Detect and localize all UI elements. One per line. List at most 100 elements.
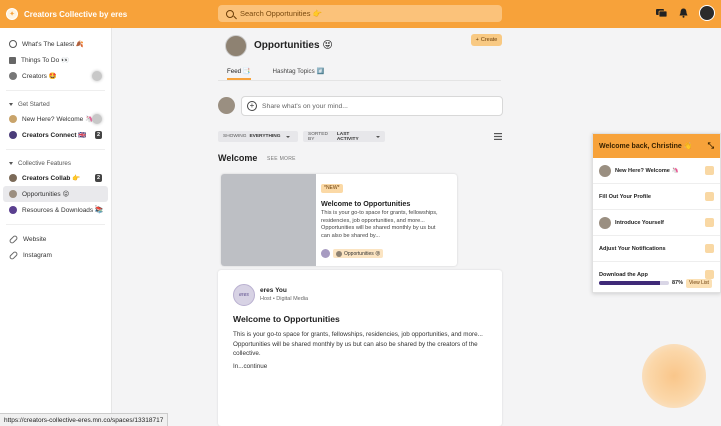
filter-showing-dropdown[interactable]: SHOWING EVERYTHING [218,131,298,142]
collapse-icon[interactable]: ⤡ [708,141,714,151]
sidebar-item-label: Things To Do 👀 [21,57,70,64]
onboarding-panel: Welcome back, Christine 👋 ⤡ New Here? We… [592,133,721,293]
featured-post-card[interactable]: *NEW* Welcome to Opportunities This is y… [221,174,457,266]
filter-value: EVERYTHING [249,134,281,139]
view-list-button[interactable]: View List [686,278,712,288]
sidebar-item-things-to-do[interactable]: Things To Do 👀 [3,52,108,68]
sidebar-item-label: Opportunities 😝 [22,191,70,198]
onboarding-step[interactable]: New Here? Welcome 🦄 [593,158,720,184]
progress-fill [599,281,660,285]
space-avatar-icon [9,190,17,198]
sidebar-item-label: What's The Latest 🍂 [22,41,84,48]
caret-down-icon [9,161,13,165]
plus-icon: + [475,37,479,43]
sidebar-item-label: Creators 🤩 [22,73,57,80]
brand[interactable]: ✦ Creators Collective by eres [6,8,127,20]
create-button[interactable]: + Create [471,34,502,46]
post-body: This is your go-to space for grants, fel… [233,331,483,358]
link-icon [8,250,19,260]
sidebar-item-label: Instagram [23,251,52,259]
composer-placeholder: Share what's on your mind... [262,102,348,110]
onboarding-step[interactable]: Fill Out Your Profile [593,184,720,210]
count-badge: 2 [94,174,102,182]
sidebar-item-new-here[interactable]: New Here? Welcome 🦄 [3,111,108,127]
onboarding-step[interactable]: Adjust Your Notifications [593,236,720,262]
space-pill-label: Opportunities 😝 [344,250,381,257]
featured-excerpt: This is your go-to space for grants, fel… [321,210,438,239]
checkbox-icon [705,166,714,175]
see-more-link[interactable]: SEE MORE [267,156,296,162]
divider [6,90,105,91]
space-avatar-icon [9,115,17,123]
filter-prefix: SORTED BY [308,131,328,142]
tab-feed[interactable]: Feed 📑 [227,67,251,80]
step-label: Fill Out Your Profile [599,193,652,200]
sidebar-item-label: Resources & Downloads 📚 [22,207,104,214]
divider [218,80,501,81]
caret-down-icon [376,135,380,138]
sidebar-item-creators[interactable]: Creators 🤩 [3,68,108,84]
author-avatar [321,249,330,258]
messages-icon[interactable] [655,8,667,19]
brand-title: Creators Collective by eres [24,9,128,19]
section-label: Collective Features [18,159,71,167]
divider [6,224,105,225]
brand-logo: ✦ [6,8,18,20]
create-label: Create [480,37,498,43]
sidebar-item-creators-collab[interactable]: Creators Collab 👉 2 [3,170,108,186]
list-view-icon[interactable] [494,133,502,140]
composer-avatar [218,97,235,114]
top-bar: ✦ Creators Collective by eres Search Opp… [0,0,721,28]
section-collective-features[interactable]: Collective Features [0,156,111,170]
sidebar-item-label: New Here? Welcome 🦄 [22,116,94,123]
filter-sorted-dropdown[interactable]: SORTED BY LAST ACTIVITY [303,131,385,142]
author-name[interactable]: eres You [260,287,287,294]
sidebar-link-instagram[interactable]: Instagram [3,247,108,263]
post-title[interactable]: Welcome to Opportunities [233,314,340,324]
search-icon [226,9,234,18]
more-options-icon[interactable]: ⋮ [92,205,100,213]
caret-down-icon [286,135,291,138]
search-placeholder: Search Opportunities 👉 [240,9,322,18]
top-icons [655,5,715,21]
post-composer[interactable]: + Share what's on your mind... [241,96,503,116]
globe-icon [9,40,17,48]
section-get-started[interactable]: Get Started [0,97,111,111]
sidebar-item-opportunities[interactable]: Opportunities 😝 [3,186,108,202]
sidebar-item-label: Creators Connect 🇬🇧 [22,132,87,139]
checkbox-icon [705,244,714,253]
step-avatar [599,216,611,229]
space-avatar [225,35,247,57]
page-title: Opportunities 😝 [254,40,333,51]
author-role: Host • Digital Media [260,296,309,302]
step-avatar [599,164,611,177]
notifications-bell-icon[interactable] [677,8,689,19]
search-input[interactable]: Search Opportunities 👉 [218,5,502,22]
featured-title: Welcome to Opportunities [321,199,411,208]
sidebar: What's The Latest 🍂 Things To Do 👀 Creat… [0,28,112,426]
watermark-logo [642,344,706,408]
step-label: Introduce Yourself [615,219,664,226]
step-label: New Here? Welcome 🦄 [615,167,679,174]
sidebar-link-website[interactable]: Website [3,231,108,247]
author-avatar[interactable]: eres [233,284,255,306]
continue-link[interactable]: In...continue [233,363,267,370]
progress-bar [599,281,669,285]
onboarding-header: Welcome back, Christine 👋 ⤡ [593,134,720,158]
sidebar-item-resources-downloads[interactable]: Resources & Downloads 📚 ⋮ [3,202,108,218]
sidebar-item-whats-the-latest[interactable]: What's The Latest 🍂 [3,36,108,52]
onboarding-step[interactable]: Introduce Yourself [593,210,720,236]
space-pill[interactable]: Opportunities 😝 [333,249,384,258]
featured-image [221,174,316,266]
section-label: Get Started [18,100,50,108]
user-avatar[interactable] [699,5,715,21]
unread-indicator [92,114,102,124]
sidebar-item-label: Website [23,235,47,243]
onboarding-title: Welcome back, Christine 👋 [599,143,693,150]
featured-footer: Opportunities 😝 [321,249,384,258]
unread-indicator [92,71,102,81]
tab-hashtag-topics[interactable]: Hashtag Topics #️⃣ [273,67,325,80]
sidebar-item-creators-connect[interactable]: Creators Connect 🇬🇧 2 [3,127,108,143]
welcome-heading: Welcome [218,153,258,163]
checkbox-icon [705,218,714,227]
